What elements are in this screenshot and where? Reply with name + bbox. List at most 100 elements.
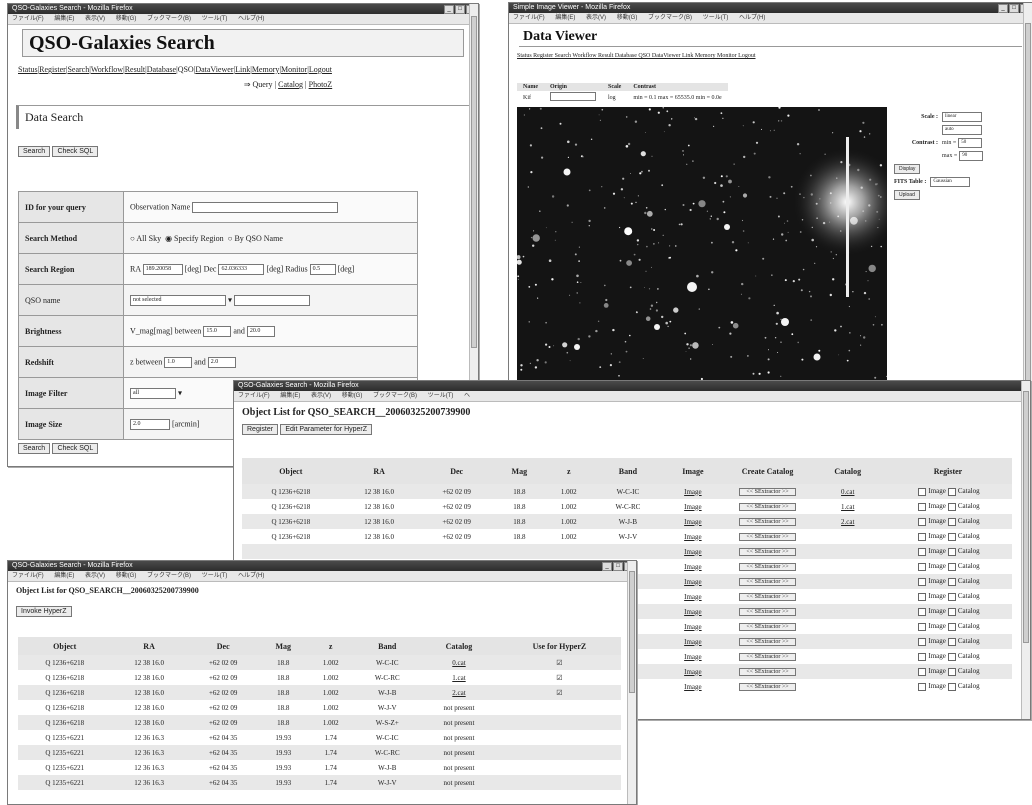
catalog-link[interactable]: 0.cat [841,488,854,496]
scrollbar-thumb[interactable] [471,16,477,348]
image-link[interactable]: Image [684,653,702,661]
minimize-icon[interactable]: _ [998,4,1008,13]
scrollbar[interactable] [1023,3,1032,445]
image-size-input[interactable]: 2.0 [130,418,170,430]
register-catalog-checkbox[interactable] [947,607,956,616]
sextractor-button[interactable]: << SExtractor >> [739,563,796,571]
menu-go[interactable]: 移動(G) [617,15,638,21]
register-image-checkbox[interactable] [918,562,927,571]
nav-qso[interactable]: QSO [178,65,194,74]
radio-specify-region[interactable]: ◉ [165,234,174,243]
register-image-checkbox[interactable] [918,547,927,556]
sextractor-button[interactable]: << SExtractor >> [739,488,796,496]
register-catalog-checkbox[interactable] [947,532,956,541]
edit-hyperz-button[interactable]: Edit Parameter for HyperZ [280,424,373,435]
fits-select[interactable]: Gaussian [930,177,971,187]
register-catalog-checkbox[interactable] [947,667,956,676]
sextractor-button[interactable]: << SExtractor >> [739,578,796,586]
nav-memory[interactable]: Memory [252,65,280,74]
image-link[interactable]: Image [684,563,702,571]
nav-search[interactable]: Search [67,65,89,74]
image-link[interactable]: Image [684,683,702,691]
minimize-icon[interactable]: _ [602,562,612,571]
register-image-checkbox[interactable] [918,652,927,661]
menu-edit[interactable]: 編集(E) [54,16,74,22]
register-image-checkbox[interactable] [918,592,927,601]
maximize-icon[interactable]: □ [1009,4,1019,13]
register-catalog-checkbox[interactable] [947,652,956,661]
menu-help[interactable]: ヘルプ(H) [238,573,264,579]
menu-edit[interactable]: 編集(E) [54,573,74,579]
register-catalog-checkbox[interactable] [947,547,956,556]
sextractor-button[interactable]: << SExtractor >> [739,503,796,511]
menu-help[interactable]: ヘルプ(H) [238,16,264,22]
sextractor-button[interactable]: << SExtractor >> [739,668,796,676]
brightness-min-input[interactable]: 15.0 [203,325,232,337]
invoke-hyperz-button[interactable]: Invoke HyperZ [16,606,72,617]
use-hyperz-checkbox[interactable]: ☑ [556,689,562,697]
register-catalog-checkbox[interactable] [947,562,956,571]
maximize-icon[interactable]: □ [613,562,623,571]
menu-tools[interactable]: ツール(T) [202,573,228,579]
image-link[interactable]: Image [684,593,702,601]
min-input[interactable]: 50 [958,138,983,148]
qso-name-input[interactable] [234,294,311,306]
menu-view[interactable]: 表示(V) [586,15,606,21]
scale-select[interactable]: linear [942,112,982,122]
catalog-link[interactable]: 0.cat [452,659,465,667]
catalog-link[interactable]: 2.cat [452,689,465,697]
radius-input[interactable]: 0.5 [309,263,336,275]
register-image-checkbox[interactable] [918,607,927,616]
image-link[interactable]: Image [684,668,702,676]
menu-tools[interactable]: ツール(T) [202,16,228,22]
scrollbar-thumb[interactable] [1025,23,1031,405]
display-button[interactable]: Display [894,164,921,174]
menu-view[interactable]: 表示(V) [311,393,331,399]
nav-register[interactable]: Register [39,65,66,74]
menu-edit[interactable]: 編集(E) [555,15,575,21]
nav-monitor[interactable]: Monitor [281,65,307,74]
menu-file[interactable]: ファイル(F) [513,15,545,21]
register-image-checkbox[interactable] [918,622,927,631]
window-titlebar[interactable]: QSO-Galaxies Search - Mozilla Firefox [234,381,1030,391]
image-link[interactable]: Image [684,608,702,616]
search-button-bottom[interactable]: Search [18,443,51,454]
origin-input[interactable] [550,92,596,101]
menu-bookmarks[interactable]: ブックマーク(B) [147,573,191,579]
menu-view[interactable]: 表示(V) [85,573,105,579]
window-titlebar[interactable]: Simple Image Viewer - Mozilla Firefox _ … [509,3,1032,13]
redshift-min-input[interactable]: 1.0 [164,356,193,368]
menu-bookmarks[interactable]: ブックマーク(B) [648,15,692,21]
nav-workflow[interactable]: Workflow [91,65,123,74]
image-link[interactable]: Image [684,548,702,556]
menu-help[interactable]: ヘ [464,393,470,399]
menu-file[interactable]: ファイル(F) [12,16,44,22]
menu-bookmarks[interactable]: ブックマーク(B) [373,393,417,399]
image-link[interactable]: Image [684,503,702,511]
sextractor-button[interactable]: << SExtractor >> [739,683,796,691]
register-button[interactable]: Register [242,424,279,435]
sextractor-button[interactable]: << SExtractor >> [739,638,796,646]
nav-result[interactable]: Result [125,65,145,74]
chevron-down-icon[interactable]: ▾ [228,295,232,304]
sextractor-button[interactable]: << SExtractor >> [739,548,796,556]
search-button[interactable]: Search [18,146,51,157]
window-titlebar[interactable]: QSO-Galaxies Search - Mozilla Firefox _ … [8,4,478,14]
brightness-max-input[interactable]: 20.0 [246,325,275,337]
register-image-checkbox[interactable] [918,637,927,646]
sextractor-button[interactable]: << SExtractor >> [739,593,796,601]
image-link[interactable]: Image [684,533,702,541]
scrollbar-thumb[interactable] [1023,391,1029,643]
image-link[interactable]: Image [684,638,702,646]
sextractor-button[interactable]: << SExtractor >> [739,518,796,526]
register-catalog-checkbox[interactable] [947,502,956,511]
register-image-checkbox[interactable] [918,502,927,511]
menu-go[interactable]: 移動(G) [342,393,363,399]
image-link[interactable]: Image [684,623,702,631]
catalog-link[interactable]: 1.cat [452,674,465,682]
observation-name-input[interactable] [192,201,339,213]
nav-database[interactable]: Database [147,65,176,74]
image-link[interactable]: Image [684,578,702,586]
scrollbar[interactable] [627,561,636,804]
nav-link[interactable]: Link [235,65,250,74]
